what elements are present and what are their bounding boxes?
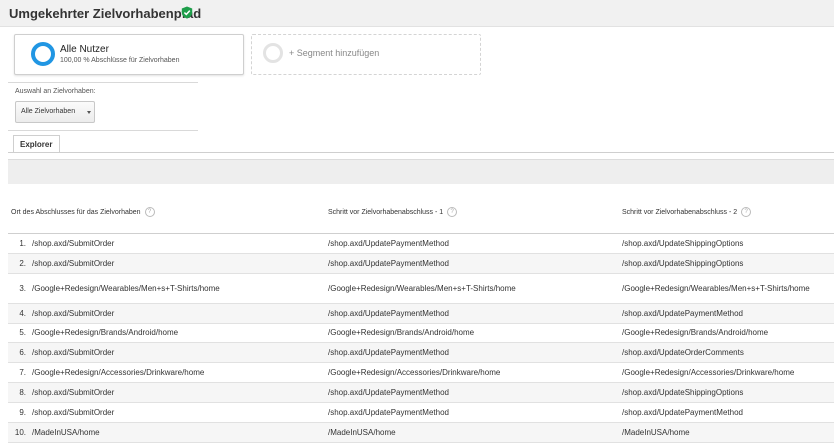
cell-step-1[interactable]: /shop.axd/UpdatePaymentMethod bbox=[328, 408, 449, 417]
segment-card-all-users[interactable]: Alle Nutzer 100,00 % Abschlüsse für Ziel… bbox=[14, 34, 244, 75]
cell-step-2[interactable]: /Google+Redesign/Wearables/Men+s+T-Shirt… bbox=[622, 284, 810, 293]
cell-goal-location[interactable]: /shop.axd/SubmitOrder bbox=[32, 259, 114, 268]
column-header-label: Ort des Abschlusses für das Zielvorhaben bbox=[11, 208, 141, 216]
cell-goal-location[interactable]: /Google+Redesign/Accessories/Drinkware/h… bbox=[32, 368, 204, 377]
table-row: 1. /shop.axd/SubmitOrder/shop.axd/UpdateP… bbox=[8, 234, 834, 254]
cell-goal-location[interactable]: /Google+Redesign/Wearables/Men+s+T-Shirt… bbox=[32, 284, 220, 293]
cell-step-2[interactable]: /Google+Redesign/Brands/Android/home bbox=[622, 328, 768, 337]
segment-name: Alle Nutzer bbox=[60, 44, 109, 55]
report-header: Umgekehrter Zielvorhabenpfad bbox=[0, 0, 834, 27]
cell-step-1[interactable]: /shop.axd/UpdatePaymentMethod bbox=[328, 309, 449, 318]
row-number: 2. bbox=[19, 259, 26, 268]
segment-subtitle: 100,00 % Abschlüsse für Zielvorhaben bbox=[60, 57, 180, 64]
cell-step-2[interactable]: /shop.axd/UpdatePaymentMethod bbox=[622, 309, 743, 318]
row-number: 8. bbox=[19, 388, 26, 397]
row-number: 10. bbox=[14, 428, 26, 437]
tab-label: Explorer bbox=[20, 140, 53, 149]
help-icon[interactable]: ? bbox=[741, 207, 752, 217]
add-segment-button[interactable]: + Segment hinzufügen bbox=[251, 34, 481, 75]
table-row: 4. /shop.axd/SubmitOrder/shop.axd/UpdateP… bbox=[8, 304, 834, 324]
column-header-step-2[interactable]: Schritt vor Zielvorhabenabschluss - 2? bbox=[622, 207, 752, 217]
divider bbox=[8, 130, 198, 131]
cell-goal-location[interactable]: /Google+Redesign/Brands/Android/home bbox=[32, 328, 178, 337]
row-number: 7. bbox=[19, 368, 26, 377]
cell-goal-location[interactable]: /MadeInUSA/home bbox=[32, 428, 100, 437]
cell-step-1[interactable]: /shop.axd/UpdatePaymentMethod bbox=[328, 259, 449, 268]
segment-ring-icon bbox=[31, 42, 55, 66]
divider bbox=[8, 82, 198, 83]
row-number: 9. bbox=[19, 408, 26, 417]
table-toolbar bbox=[8, 159, 834, 184]
cell-goal-location[interactable]: /shop.axd/SubmitOrder bbox=[32, 408, 114, 417]
goal-select-label: Auswahl an Zielvorhaben: bbox=[15, 88, 96, 95]
cell-step-1[interactable]: /shop.axd/UpdatePaymentMethod bbox=[328, 348, 449, 357]
row-number: 6. bbox=[19, 348, 26, 357]
help-icon[interactable]: ? bbox=[447, 207, 458, 217]
cell-step-2[interactable]: /shop.axd/UpdateOrderComments bbox=[622, 348, 744, 357]
help-icon[interactable]: ? bbox=[144, 207, 155, 217]
row-number: 5. bbox=[19, 328, 26, 337]
table-row: 8. /shop.axd/SubmitOrder/shop.axd/UpdateP… bbox=[8, 383, 834, 403]
table-row: 2. /shop.axd/SubmitOrder/shop.axd/UpdateP… bbox=[8, 254, 834, 274]
cell-step-2[interactable]: /Google+Redesign/Accessories/Drinkware/h… bbox=[622, 368, 794, 377]
caret-down-icon bbox=[87, 111, 91, 114]
add-segment-label: + Segment hinzufügen bbox=[289, 48, 380, 58]
goal-dropdown[interactable]: Alle Zielvorhaben bbox=[15, 101, 95, 123]
verified-check-icon bbox=[181, 6, 193, 19]
cell-step-1[interactable]: /shop.axd/UpdatePaymentMethod bbox=[328, 388, 449, 397]
column-header-step-1[interactable]: Schritt vor Zielvorhabenabschluss - 1? bbox=[328, 207, 458, 217]
table-row: 3. /Google+Redesign/Wearables/Men+s+T-Shi… bbox=[8, 274, 834, 304]
cell-step-1[interactable]: /shop.axd/UpdatePaymentMethod bbox=[328, 239, 449, 248]
cell-step-2[interactable]: /shop.axd/UpdateShippingOptions bbox=[622, 259, 743, 268]
cell-goal-location[interactable]: /shop.axd/SubmitOrder bbox=[32, 239, 114, 248]
cell-step-2[interactable]: /shop.axd/UpdateShippingOptions bbox=[622, 388, 743, 397]
table-row: 7. /Google+Redesign/Accessories/Drinkware… bbox=[8, 363, 834, 383]
table-row: 9. /shop.axd/SubmitOrder/shop.axd/UpdateP… bbox=[8, 403, 834, 423]
table-row: 5. /Google+Redesign/Brands/Android/home/G… bbox=[8, 324, 834, 343]
cell-goal-location[interactable]: /shop.axd/SubmitOrder bbox=[32, 388, 114, 397]
tab-explorer[interactable]: Explorer bbox=[13, 135, 60, 153]
cell-step-1[interactable]: /Google+Redesign/Wearables/Men+s+T-Shirt… bbox=[328, 284, 516, 293]
cell-goal-location[interactable]: /shop.axd/SubmitOrder bbox=[32, 309, 114, 318]
cell-step-2[interactable]: /shop.axd/UpdatePaymentMethod bbox=[622, 408, 743, 417]
column-header-goal-location[interactable]: Ort des Abschlusses für das Zielvorhaben… bbox=[11, 207, 155, 217]
row-number: 1. bbox=[19, 239, 26, 248]
table-row: 10. /MadeInUSA/home/MadeInUSA/home/MadeIn… bbox=[8, 423, 834, 443]
page-title: Umgekehrter Zielvorhabenpfad bbox=[9, 6, 202, 21]
cell-step-2[interactable]: /shop.axd/UpdateShippingOptions bbox=[622, 239, 743, 248]
cell-goal-location[interactable]: /shop.axd/SubmitOrder bbox=[32, 348, 114, 357]
goal-dropdown-value: Alle Zielvorhaben bbox=[21, 108, 76, 115]
row-number: 3. bbox=[19, 284, 26, 293]
column-header-label: Schritt vor Zielvorhabenabschluss - 2 bbox=[622, 208, 738, 216]
table-row: 6. /shop.axd/SubmitOrder/shop.axd/UpdateP… bbox=[8, 343, 834, 363]
tab-baseline bbox=[8, 152, 834, 153]
column-header-label: Schritt vor Zielvorhabenabschluss - 1 bbox=[328, 208, 444, 216]
cell-step-1[interactable]: /Google+Redesign/Accessories/Drinkware/h… bbox=[328, 368, 500, 377]
row-number: 4. bbox=[19, 309, 26, 318]
cell-step-1[interactable]: /MadeInUSA/home bbox=[328, 428, 396, 437]
cell-step-2[interactable]: /MadeInUSA/home bbox=[622, 428, 690, 437]
cell-step-1[interactable]: /Google+Redesign/Brands/Android/home bbox=[328, 328, 474, 337]
empty-segment-ring-icon bbox=[263, 43, 283, 63]
